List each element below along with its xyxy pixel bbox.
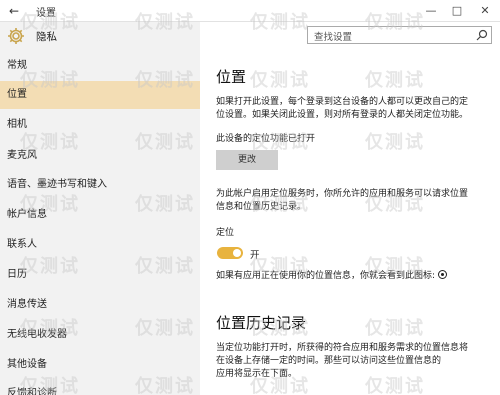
description-line-2: 信息和位置历史记录。 xyxy=(216,202,307,212)
toggle-knob xyxy=(233,249,241,257)
sidebar-item-feedback-diagnostics[interactable]: 反馈和诊断 xyxy=(0,380,200,395)
sidebar-header: 隐私 xyxy=(0,22,200,50)
sidebar-item-general[interactable]: 常规 xyxy=(0,52,200,80)
toggle-state-label: 开 xyxy=(250,250,260,261)
location-status-text: 此设备的定位功能已打开 xyxy=(216,134,316,144)
page-title: 位置 xyxy=(216,68,247,86)
maximize-button[interactable]: □ xyxy=(444,2,470,20)
history-line-1: 当定位功能打开时，所获得的符合应用和服务需求的位置信息将 xyxy=(216,343,469,353)
sidebar-item-account-info[interactable]: 帐户信息 xyxy=(0,201,200,229)
minimize-button[interactable]: — xyxy=(418,2,444,20)
search-icon[interactable] xyxy=(476,29,488,41)
back-arrow-icon[interactable]: ← xyxy=(6,3,22,19)
location-indicator-icon xyxy=(438,270,448,279)
window-title: 设置 xyxy=(36,8,56,19)
sidebar-item-calendar[interactable]: 日历 xyxy=(0,261,200,289)
sidebar-item-radios[interactable]: 无线电收发器 xyxy=(0,321,200,349)
description-line-1: 为此帐户启用定位服务时，你所允许的应用和服务可以请求位置 xyxy=(216,189,469,199)
intro-line-2: 位设置。如果关闭此设置，则对所有登录的人都关闭定位功能。 xyxy=(216,110,469,120)
sidebar-item-location[interactable]: 位置 xyxy=(0,81,200,109)
close-button[interactable]: ✕ xyxy=(472,2,498,20)
gear-icon[interactable] xyxy=(6,26,26,46)
sidebar-item-messaging[interactable]: 消息传送 xyxy=(0,291,200,319)
sidebar-item-microphone[interactable]: 麦克风 xyxy=(0,142,200,170)
history-line-3: 应用将显示在下面。 xyxy=(216,369,298,379)
sidebar-item-contacts[interactable]: 联系人 xyxy=(0,231,200,259)
search-placeholder: 查找设置 xyxy=(314,32,353,43)
sidebar-item-other-devices[interactable]: 其他设备 xyxy=(0,351,200,379)
history-section-title: 位置历史记录 xyxy=(216,314,307,332)
location-label: 定位 xyxy=(216,228,235,238)
location-indicator-text: 如果有应用正在使用你的位置信息，你就会看到此图标: xyxy=(216,271,436,281)
location-indicator-row: 如果有应用正在使用你的位置信息，你就会看到此图标: xyxy=(216,270,492,283)
title-bar: ← 设置 — □ ✕ xyxy=(0,0,500,22)
history-line-2: 在设备上存储一定的时间。那些可以访问这些位置信息的 xyxy=(216,356,442,366)
location-toggle[interactable] xyxy=(217,247,243,259)
main-content: 位置 如果打开此设置，每个登录到这台设备的人都可以更改自己的定 位设置。如果关闭… xyxy=(200,22,500,395)
search-input[interactable]: 查找设置 xyxy=(307,26,492,44)
sidebar: 隐私 常规 位置 相机 麦克风 语音、墨迹书写和键入 帐户信息 联系人 日历 消… xyxy=(0,22,200,395)
change-button[interactable]: 更改 xyxy=(216,150,278,170)
sidebar-item-camera[interactable]: 相机 xyxy=(0,111,200,139)
sidebar-item-speech-inking-typing[interactable]: 语音、墨迹书写和键入 xyxy=(0,171,200,199)
sidebar-title: 隐私 xyxy=(36,31,57,43)
intro-line-1: 如果打开此设置，每个登录到这台设备的人都可以更改自己的定 xyxy=(216,97,469,107)
